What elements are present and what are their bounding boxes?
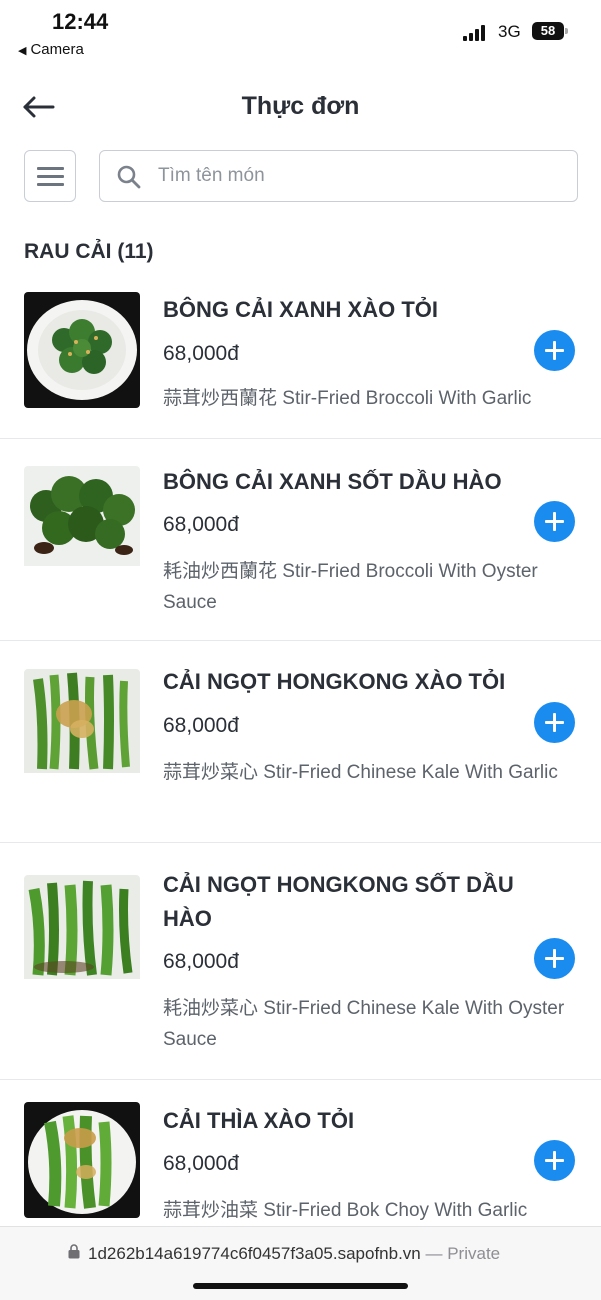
- search-icon: [117, 165, 141, 189]
- item-name: BÔNG CẢI XANH XÀO TỎI: [163, 297, 439, 322]
- add-to-cart-button[interactable]: [534, 330, 575, 371]
- battery-icon: 58: [532, 22, 564, 40]
- hamburger-icon: [37, 167, 64, 170]
- url-text[interactable]: 1d262b14a619774c6f0457f3a05.sapofnb.vn —…: [88, 1244, 500, 1264]
- status-time: 12:44: [52, 9, 109, 34]
- item-photo: [24, 669, 140, 781]
- item-price: 68,000đ: [163, 342, 239, 365]
- add-to-cart-button[interactable]: [534, 702, 575, 743]
- private-mode-label: — Private: [420, 1244, 501, 1263]
- item-description: 蒜茸炒西蘭花 Stir-Fried Broccoli With Garlic: [163, 388, 532, 409]
- back-triangle-icon: ◀: [18, 45, 27, 57]
- item-price: 68,000đ: [163, 950, 239, 973]
- url-domain: 1d262b14a619774c6f0457f3a05.sapofnb.vn: [88, 1244, 421, 1263]
- battery-cap: [565, 28, 568, 34]
- item-description: 耗油炒西蘭花 Stir-Fried Broccoli With Oyster S…: [163, 561, 538, 613]
- item-photo: [24, 292, 140, 408]
- header: Thực đơn: [0, 80, 601, 136]
- item-description: 耗油炒菜心 Stir-Fried Chinese Kale With Oyste…: [163, 998, 565, 1050]
- search-box[interactable]: [99, 150, 578, 202]
- item-photo: [24, 466, 140, 579]
- item-name: CẢI NGỌT HONGKONG SỐT DẦU HÀO: [163, 872, 514, 931]
- item-name: CẢI NGỌT HONGKONG XÀO TỎI: [163, 669, 506, 694]
- page-title: Thực đơn: [241, 92, 360, 120]
- add-to-cart-button[interactable]: [534, 938, 575, 979]
- item-price: 68,000đ: [163, 513, 239, 536]
- status-bar: 12:44 ◀ Camera 3G 58: [0, 0, 601, 70]
- network-type: 3G: [498, 22, 521, 41]
- item-photo: [24, 875, 140, 983]
- item-name: BÔNG CẢI XANH SỐT DẦU HÀO: [163, 469, 502, 494]
- lock-icon: [68, 1244, 80, 1259]
- search-input[interactable]: [158, 151, 558, 200]
- item-description: 蒜茸炒菜心 Stir-Fried Chinese Kale With Garli…: [163, 762, 558, 783]
- item-price: 68,000đ: [163, 714, 239, 737]
- menu-item[interactable]: BÔNG CẢI XANH SỐT DẦU HÀO 68,000đ 耗油炒西蘭花…: [0, 439, 601, 641]
- category-title: RAU CẢI (11): [24, 240, 154, 263]
- menu-item[interactable]: CẢI NGỌT HONGKONG SỐT DẦU HÀO 68,000đ 耗油…: [0, 843, 601, 1080]
- browser-address-bar[interactable]: 1d262b14a619774c6f0457f3a05.sapofnb.vn —…: [0, 1226, 601, 1300]
- back-to-app-label: Camera: [30, 41, 84, 58]
- signal-strength-icon: [463, 25, 489, 41]
- add-to-cart-button[interactable]: [534, 501, 575, 542]
- item-price: 68,000đ: [163, 1152, 239, 1175]
- menu-item[interactable]: CẢI NGỌT HONGKONG XÀO TỎI 68,000đ 蒜茸炒菜心 …: [0, 641, 601, 843]
- back-to-app-link[interactable]: ◀ Camera: [18, 41, 84, 58]
- item-photo: [24, 1102, 140, 1218]
- menu-item[interactable]: CẢI THÌA XÀO TỎI 68,000đ 蒜茸炒油菜 Stir-Frie…: [0, 1080, 601, 1230]
- add-to-cart-button[interactable]: [534, 1140, 575, 1181]
- home-indicator[interactable]: [193, 1283, 408, 1289]
- menu-item[interactable]: BÔNG CẢI XANH XÀO TỎI 68,000đ 蒜茸炒西蘭花 Sti…: [0, 283, 601, 439]
- item-name: CẢI THÌA XÀO TỎI: [163, 1108, 355, 1133]
- item-description: 蒜茸炒油菜 Stir-Fried Bok Choy With Garlic: [163, 1200, 528, 1221]
- category-menu-button[interactable]: [24, 150, 76, 202]
